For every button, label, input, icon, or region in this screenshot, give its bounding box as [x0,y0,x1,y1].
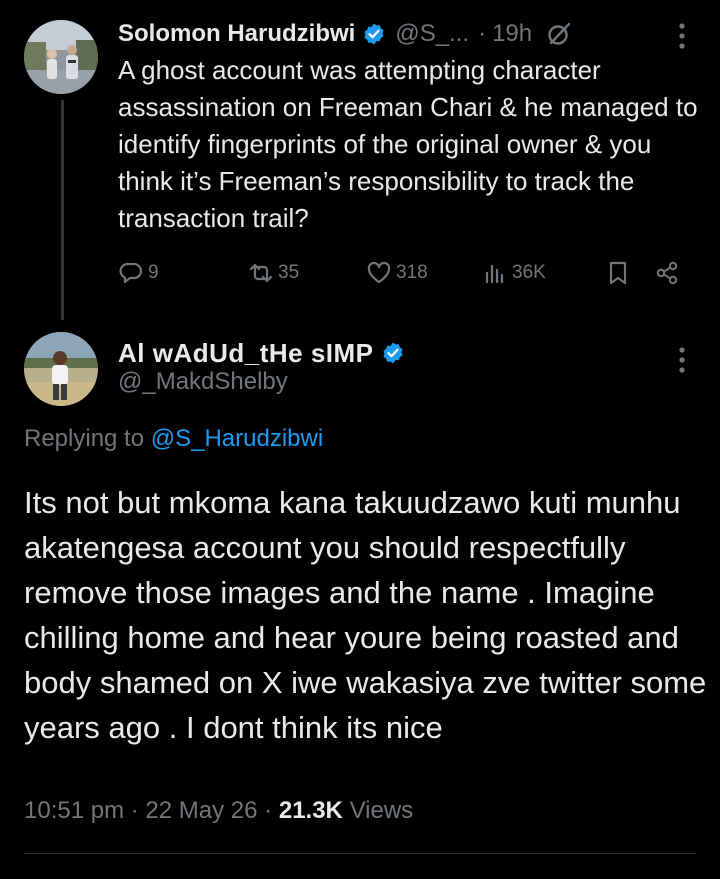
meta-dot: · [264,797,273,824]
parent-tweet-header: Solomon Harudzibwi @S_... · 19h [118,16,572,52]
tweet-views-label: Views [349,797,414,824]
reply-author-handle[interactable]: @_MakdShelby [118,368,288,396]
reply-icon [119,262,143,284]
views-icon [485,264,504,284]
divider [24,853,696,854]
reply-button[interactable]: 9 [118,255,159,291]
parent-tweet-actions: 9 35 318 36K [118,255,688,291]
like-count: 318 [396,262,428,283]
reply-count: 9 [148,262,159,283]
reply-tweet-header: Al wAdUd_tHe sIMP [118,335,405,371]
parent-author-avatar[interactable] [24,20,98,94]
parent-author-handle[interactable]: @S_... [395,20,469,48]
share-icon [656,261,678,285]
tweet-views-count: 21.3K [278,797,343,824]
replying-to-label: Replying to [24,425,145,452]
repost-icon [249,263,273,283]
grok-icon[interactable] [546,21,572,47]
thread-connector-line [61,100,64,320]
separator-dot: · [478,20,487,47]
bookmark-icon [609,261,627,285]
replying-to-mention[interactable]: @S_Harudzibwi [151,425,323,452]
parent-tweet-time[interactable]: 19h [492,20,532,48]
share-button[interactable] [654,255,680,291]
repost-button[interactable]: 35 [248,255,299,291]
parent-tweet-text: A ghost account was attempting character… [118,55,698,233]
verified-badge-icon [362,22,386,46]
verified-badge-icon [381,341,405,365]
parent-author-name[interactable]: Solomon Harudzibwi [118,20,355,48]
tweet-time[interactable]: 10:51 pm [24,797,124,824]
more-options-icon[interactable] [677,22,687,50]
reply-tweet-text: Its not but mkoma kana takuudzawo kuti m… [24,485,707,745]
reply-author-avatar[interactable] [24,332,98,406]
like-icon [367,261,391,284]
more-options-icon[interactable] [677,346,687,374]
views-button[interactable]: 36K [482,255,546,291]
tweet-meta: 10:51 pm · 22 May 26 · 21.3K Views [24,797,413,825]
reply-author-name[interactable]: Al wAdUd_tHe sIMP [118,338,374,369]
views-count: 36K [512,262,546,283]
tweet-date[interactable]: 22 May 26 [145,797,257,824]
repost-count: 35 [278,262,300,283]
meta-dot: · [130,797,139,824]
like-button[interactable]: 318 [366,255,428,291]
bookmark-button[interactable] [605,255,631,291]
replying-to-line: Replying to @S_Harudzibwi [24,425,323,453]
